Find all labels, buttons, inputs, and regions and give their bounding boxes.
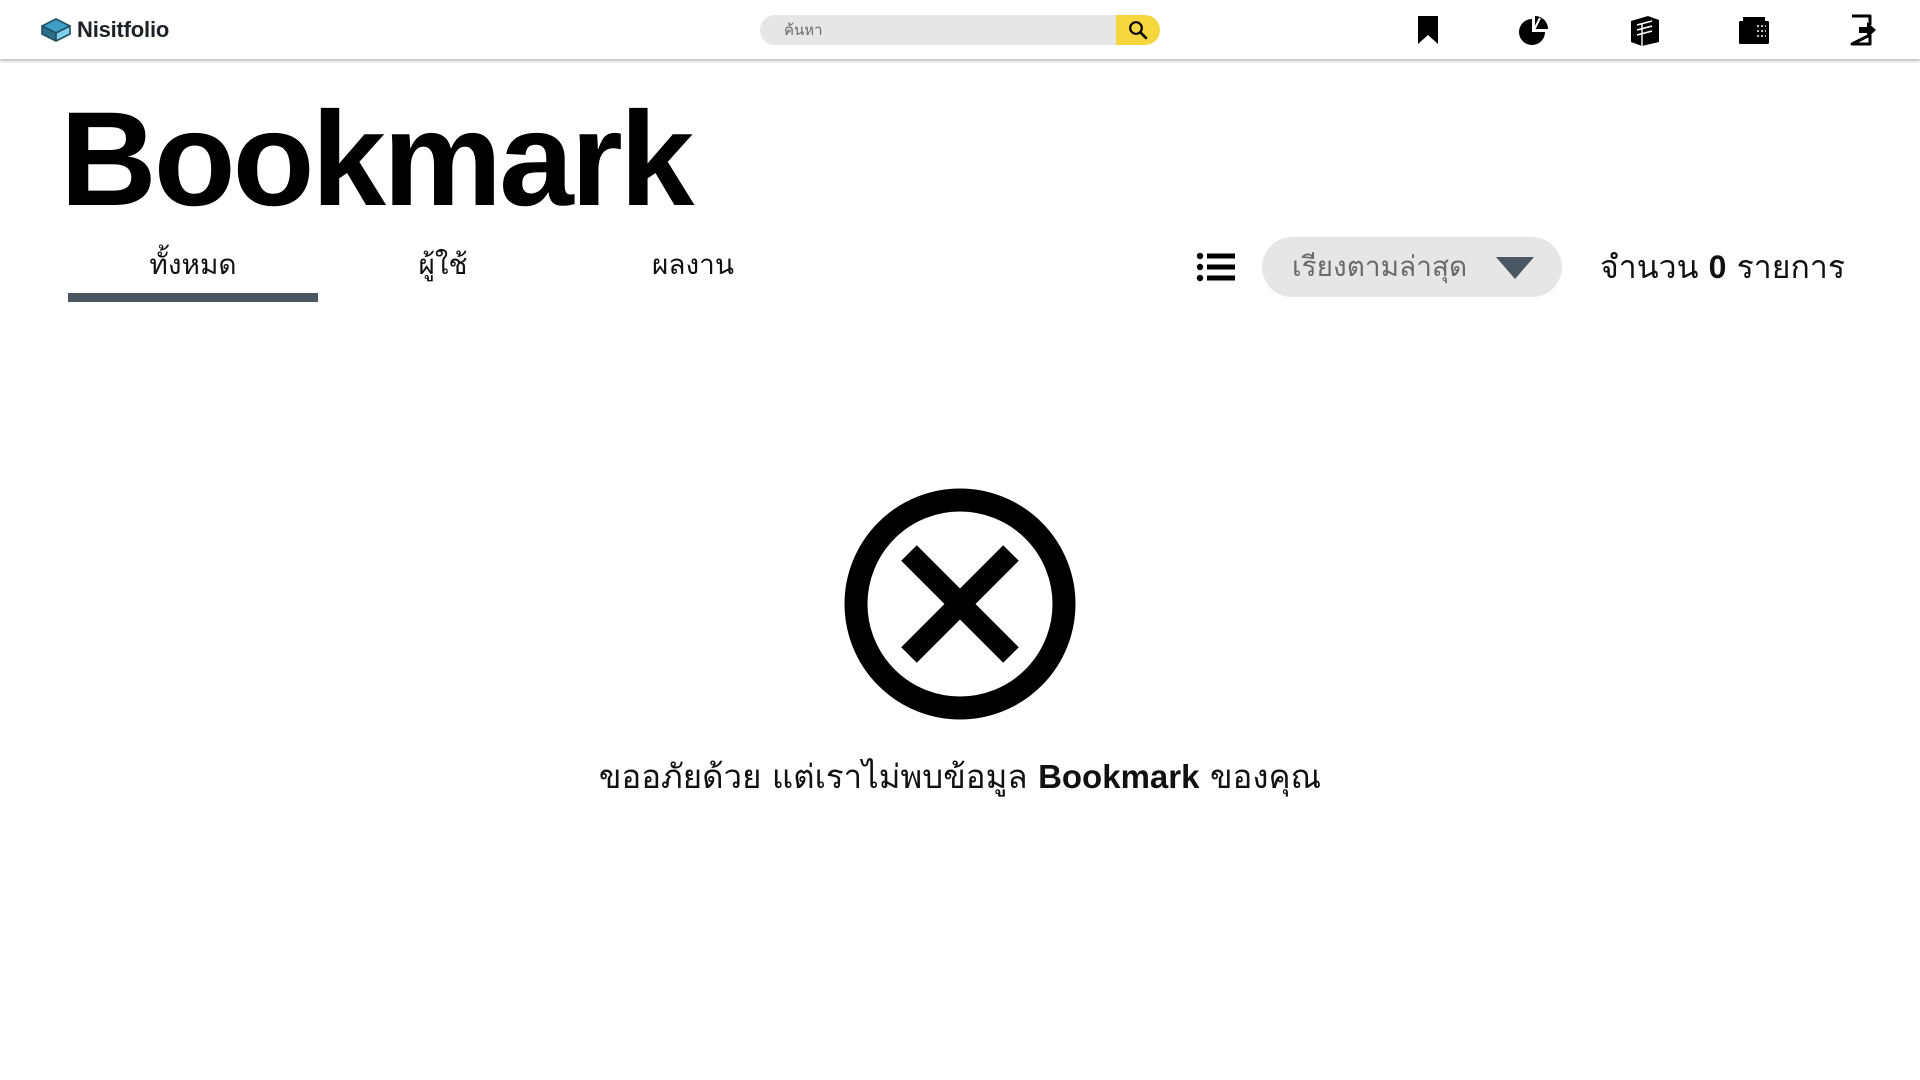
bookmark-icon bbox=[1418, 16, 1438, 44]
item-count: จำนวน 0 รายการ bbox=[1600, 240, 1845, 294]
page-title: Bookmark bbox=[60, 85, 694, 234]
portfolio-book-icon bbox=[1631, 16, 1659, 46]
wallet-icon bbox=[1739, 17, 1769, 44]
nav-wallet-button[interactable] bbox=[1736, 12, 1772, 48]
sort-selected-value: เรียงตามล่าสุด bbox=[1292, 250, 1468, 283]
nav-portfolio-button[interactable] bbox=[1627, 12, 1663, 48]
count-prefix: จำนวน bbox=[1600, 248, 1699, 286]
circle-x-icon bbox=[844, 488, 1076, 720]
logout-icon bbox=[1850, 14, 1876, 46]
top-navbar: Nisitfolio bbox=[0, 0, 1920, 59]
nav-logout-button[interactable] bbox=[1845, 12, 1881, 48]
chevron-down-icon bbox=[1496, 257, 1534, 279]
tab-all[interactable]: ทั้งหมด bbox=[68, 240, 318, 302]
search-icon bbox=[1129, 21, 1148, 40]
empty-message-suffix: ของคุณ bbox=[1209, 757, 1322, 796]
nav-statistics-button[interactable] bbox=[1516, 12, 1552, 48]
nav-bookmark-button[interactable] bbox=[1410, 12, 1446, 48]
tab-label: ทั้งหมด bbox=[149, 248, 237, 281]
tab-works[interactable]: ผลงาน bbox=[568, 240, 818, 302]
count-value: 0 bbox=[1708, 249, 1727, 285]
empty-message-prefix: ขออภัยด้วย แต่เราไม่พบข้อมูล bbox=[598, 757, 1028, 796]
list-view-button[interactable] bbox=[1194, 248, 1238, 286]
empty-message-highlight: Bookmark bbox=[1038, 758, 1200, 795]
pie-chart-icon bbox=[1519, 16, 1548, 45]
tab-users[interactable]: ผู้ใช้ bbox=[318, 240, 568, 302]
logo-icon bbox=[41, 18, 71, 42]
tab-label: ผู้ใช้ bbox=[418, 248, 468, 281]
logo[interactable]: Nisitfolio bbox=[40, 15, 169, 45]
empty-state-message: ขออภัยด้วย แต่เราไม่พบข้อมูล Bookmark ขอ… bbox=[0, 750, 1920, 804]
search-button[interactable] bbox=[1116, 15, 1160, 45]
sort-dropdown[interactable]: เรียงตามล่าสุด bbox=[1262, 237, 1562, 297]
search-input[interactable] bbox=[760, 15, 1116, 45]
tab-label: ผลงาน bbox=[651, 248, 735, 281]
list-icon bbox=[1196, 252, 1235, 282]
count-suffix: รายการ bbox=[1736, 248, 1846, 286]
app-name: Nisitfolio bbox=[77, 17, 170, 42]
search-bar bbox=[760, 15, 1160, 45]
